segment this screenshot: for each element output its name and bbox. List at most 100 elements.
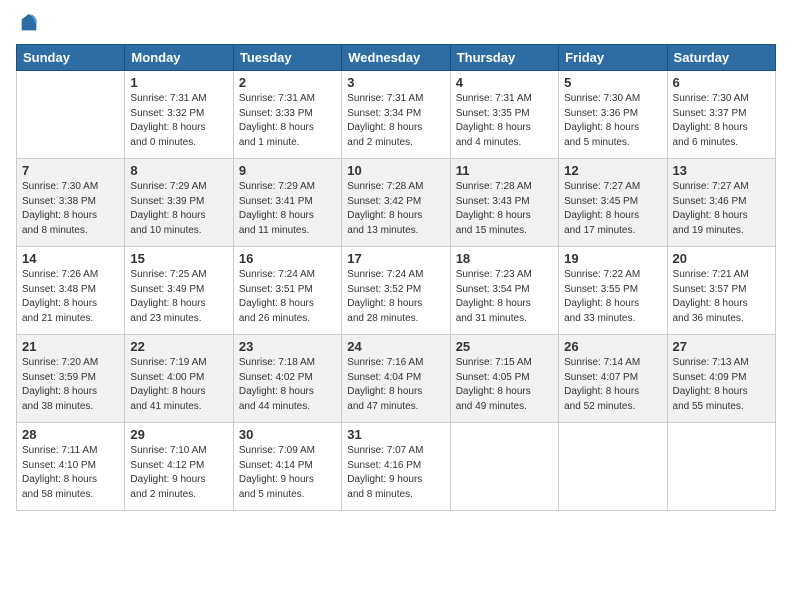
calendar-day-cell: 16 Sunrise: 7:24 AMSunset: 3:51 PMDaylig… xyxy=(233,247,341,335)
calendar-day-cell: 22 Sunrise: 7:19 AMSunset: 4:00 PMDaylig… xyxy=(125,335,233,423)
day-info: Sunrise: 7:18 AMSunset: 4:02 PMDaylight:… xyxy=(239,356,336,414)
weekday-header: Thursday xyxy=(450,45,558,71)
empty-cell xyxy=(559,423,667,511)
calendar-day-cell: 15 Sunrise: 7:25 AMSunset: 3:49 PMDaylig… xyxy=(125,247,233,335)
weekday-header: Tuesday xyxy=(233,45,341,71)
day-number: 4 xyxy=(456,75,553,90)
day-info: Sunrise: 7:30 AMSunset: 3:36 PMDaylight:… xyxy=(564,92,661,150)
day-number: 11 xyxy=(456,163,553,178)
day-info: Sunrise: 7:27 AMSunset: 3:45 PMDaylight:… xyxy=(564,180,661,238)
calendar-day-cell: 8 Sunrise: 7:29 AMSunset: 3:39 PMDayligh… xyxy=(125,159,233,247)
day-number: 17 xyxy=(347,251,444,266)
calendar-day-cell: 28 Sunrise: 7:11 AMSunset: 4:10 PMDaylig… xyxy=(17,423,125,511)
day-info: Sunrise: 7:24 AMSunset: 3:51 PMDaylight:… xyxy=(239,268,336,326)
weekday-header: Sunday xyxy=(17,45,125,71)
day-number: 3 xyxy=(347,75,444,90)
day-number: 22 xyxy=(130,339,227,354)
day-info: Sunrise: 7:28 AMSunset: 3:42 PMDaylight:… xyxy=(347,180,444,238)
calendar-table: SundayMondayTuesdayWednesdayThursdayFrid… xyxy=(16,44,776,511)
day-number: 30 xyxy=(239,427,336,442)
calendar-day-cell: 7 Sunrise: 7:30 AMSunset: 3:38 PMDayligh… xyxy=(17,159,125,247)
day-info: Sunrise: 7:13 AMSunset: 4:09 PMDaylight:… xyxy=(673,356,770,414)
empty-cell xyxy=(17,71,125,159)
day-number: 19 xyxy=(564,251,661,266)
day-number: 29 xyxy=(130,427,227,442)
day-info: Sunrise: 7:27 AMSunset: 3:46 PMDaylight:… xyxy=(673,180,770,238)
day-number: 28 xyxy=(22,427,119,442)
calendar-day-cell: 3 Sunrise: 7:31 AMSunset: 3:34 PMDayligh… xyxy=(342,71,450,159)
day-info: Sunrise: 7:21 AMSunset: 3:57 PMDaylight:… xyxy=(673,268,770,326)
day-number: 21 xyxy=(22,339,119,354)
day-number: 24 xyxy=(347,339,444,354)
calendar-day-cell: 1 Sunrise: 7:31 AMSunset: 3:32 PMDayligh… xyxy=(125,71,233,159)
day-number: 23 xyxy=(239,339,336,354)
weekday-header: Wednesday xyxy=(342,45,450,71)
weekday-header: Saturday xyxy=(667,45,775,71)
day-number: 6 xyxy=(673,75,770,90)
day-number: 14 xyxy=(22,251,119,266)
calendar-day-cell: 9 Sunrise: 7:29 AMSunset: 3:41 PMDayligh… xyxy=(233,159,341,247)
day-info: Sunrise: 7:22 AMSunset: 3:55 PMDaylight:… xyxy=(564,268,661,326)
day-info: Sunrise: 7:31 AMSunset: 3:34 PMDaylight:… xyxy=(347,92,444,150)
day-number: 5 xyxy=(564,75,661,90)
empty-cell xyxy=(450,423,558,511)
calendar-day-cell: 12 Sunrise: 7:27 AMSunset: 3:45 PMDaylig… xyxy=(559,159,667,247)
calendar-day-cell: 11 Sunrise: 7:28 AMSunset: 3:43 PMDaylig… xyxy=(450,159,558,247)
calendar-day-cell: 29 Sunrise: 7:10 AMSunset: 4:12 PMDaylig… xyxy=(125,423,233,511)
day-number: 13 xyxy=(673,163,770,178)
logo xyxy=(16,16,40,34)
day-info: Sunrise: 7:15 AMSunset: 4:05 PMDaylight:… xyxy=(456,356,553,414)
day-info: Sunrise: 7:14 AMSunset: 4:07 PMDaylight:… xyxy=(564,356,661,414)
day-info: Sunrise: 7:26 AMSunset: 3:48 PMDaylight:… xyxy=(22,268,119,326)
calendar-day-cell: 23 Sunrise: 7:18 AMSunset: 4:02 PMDaylig… xyxy=(233,335,341,423)
calendar-day-cell: 14 Sunrise: 7:26 AMSunset: 3:48 PMDaylig… xyxy=(17,247,125,335)
day-number: 12 xyxy=(564,163,661,178)
day-number: 20 xyxy=(673,251,770,266)
day-info: Sunrise: 7:29 AMSunset: 3:39 PMDaylight:… xyxy=(130,180,227,238)
day-number: 25 xyxy=(456,339,553,354)
day-number: 26 xyxy=(564,339,661,354)
day-info: Sunrise: 7:25 AMSunset: 3:49 PMDaylight:… xyxy=(130,268,227,326)
day-info: Sunrise: 7:11 AMSunset: 4:10 PMDaylight:… xyxy=(22,444,119,502)
calendar-day-cell: 30 Sunrise: 7:09 AMSunset: 4:14 PMDaylig… xyxy=(233,423,341,511)
calendar-day-cell: 5 Sunrise: 7:30 AMSunset: 3:36 PMDayligh… xyxy=(559,71,667,159)
day-number: 9 xyxy=(239,163,336,178)
page-header xyxy=(16,16,776,34)
day-info: Sunrise: 7:09 AMSunset: 4:14 PMDaylight:… xyxy=(239,444,336,502)
weekday-header: Monday xyxy=(125,45,233,71)
day-number: 7 xyxy=(22,163,119,178)
calendar-day-cell: 24 Sunrise: 7:16 AMSunset: 4:04 PMDaylig… xyxy=(342,335,450,423)
day-number: 16 xyxy=(239,251,336,266)
day-info: Sunrise: 7:31 AMSunset: 3:33 PMDaylight:… xyxy=(239,92,336,150)
day-number: 2 xyxy=(239,75,336,90)
day-number: 10 xyxy=(347,163,444,178)
day-info: Sunrise: 7:19 AMSunset: 4:00 PMDaylight:… xyxy=(130,356,227,414)
day-info: Sunrise: 7:10 AMSunset: 4:12 PMDaylight:… xyxy=(130,444,227,502)
day-number: 31 xyxy=(347,427,444,442)
day-info: Sunrise: 7:16 AMSunset: 4:04 PMDaylight:… xyxy=(347,356,444,414)
calendar-day-cell: 31 Sunrise: 7:07 AMSunset: 4:16 PMDaylig… xyxy=(342,423,450,511)
calendar-day-cell: 6 Sunrise: 7:30 AMSunset: 3:37 PMDayligh… xyxy=(667,71,775,159)
day-number: 18 xyxy=(456,251,553,266)
calendar-day-cell: 17 Sunrise: 7:24 AMSunset: 3:52 PMDaylig… xyxy=(342,247,450,335)
day-info: Sunrise: 7:30 AMSunset: 3:37 PMDaylight:… xyxy=(673,92,770,150)
day-number: 8 xyxy=(130,163,227,178)
day-info: Sunrise: 7:07 AMSunset: 4:16 PMDaylight:… xyxy=(347,444,444,502)
calendar-day-cell: 2 Sunrise: 7:31 AMSunset: 3:33 PMDayligh… xyxy=(233,71,341,159)
day-info: Sunrise: 7:31 AMSunset: 3:35 PMDaylight:… xyxy=(456,92,553,150)
calendar-day-cell: 27 Sunrise: 7:13 AMSunset: 4:09 PMDaylig… xyxy=(667,335,775,423)
calendar-day-cell: 20 Sunrise: 7:21 AMSunset: 3:57 PMDaylig… xyxy=(667,247,775,335)
day-info: Sunrise: 7:30 AMSunset: 3:38 PMDaylight:… xyxy=(22,180,119,238)
logo-icon xyxy=(18,12,40,34)
day-info: Sunrise: 7:23 AMSunset: 3:54 PMDaylight:… xyxy=(456,268,553,326)
calendar-day-cell: 10 Sunrise: 7:28 AMSunset: 3:42 PMDaylig… xyxy=(342,159,450,247)
calendar-day-cell: 13 Sunrise: 7:27 AMSunset: 3:46 PMDaylig… xyxy=(667,159,775,247)
calendar-day-cell: 18 Sunrise: 7:23 AMSunset: 3:54 PMDaylig… xyxy=(450,247,558,335)
day-info: Sunrise: 7:31 AMSunset: 3:32 PMDaylight:… xyxy=(130,92,227,150)
day-info: Sunrise: 7:29 AMSunset: 3:41 PMDaylight:… xyxy=(239,180,336,238)
day-info: Sunrise: 7:20 AMSunset: 3:59 PMDaylight:… xyxy=(22,356,119,414)
calendar-day-cell: 4 Sunrise: 7:31 AMSunset: 3:35 PMDayligh… xyxy=(450,71,558,159)
day-number: 1 xyxy=(130,75,227,90)
day-number: 27 xyxy=(673,339,770,354)
calendar-day-cell: 26 Sunrise: 7:14 AMSunset: 4:07 PMDaylig… xyxy=(559,335,667,423)
